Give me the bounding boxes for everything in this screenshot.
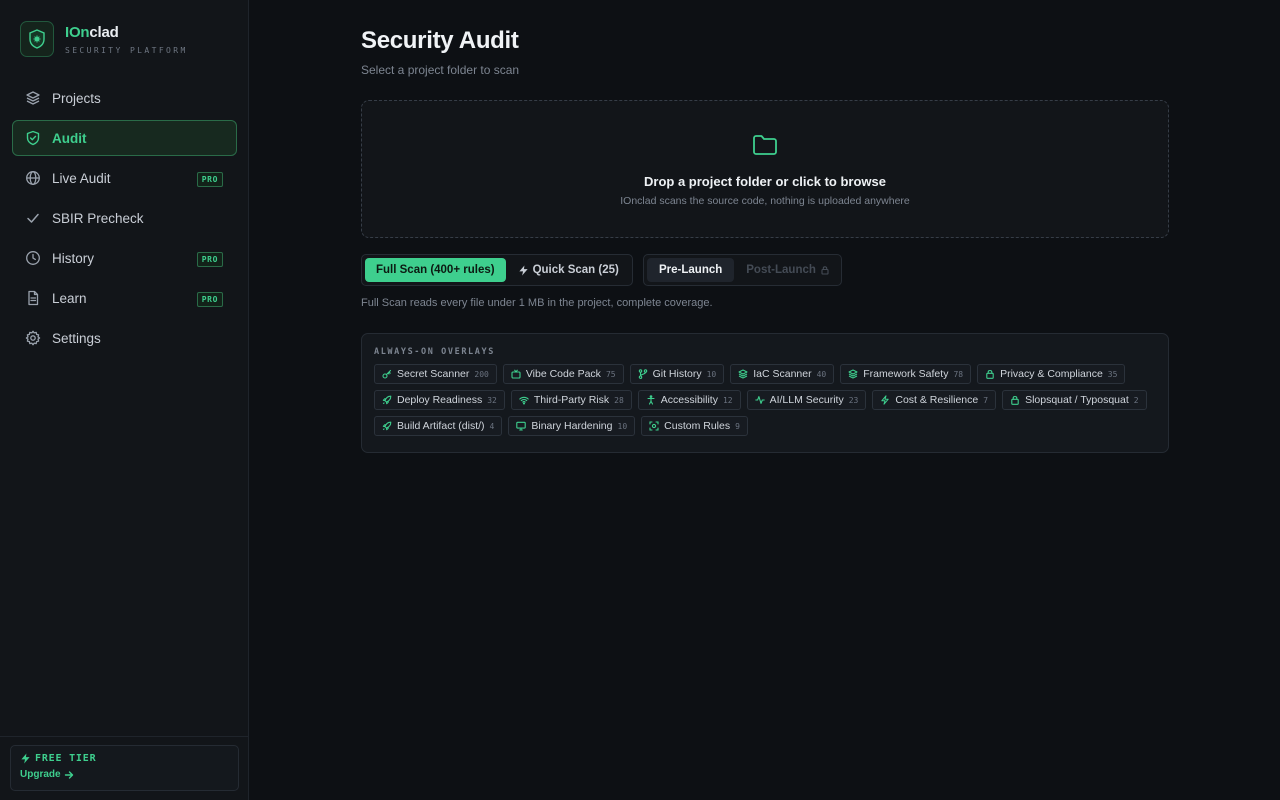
zap-icon	[21, 753, 30, 764]
overlays-panel: ALWAYS-ON OVERLAYS Secret Scanner 200 Vib…	[361, 333, 1169, 453]
pro-badge: PRO	[196, 252, 223, 267]
overlay-chip[interactable]: AI/LLM Security 23	[746, 390, 867, 410]
shield-icon	[26, 130, 40, 146]
sidebar-item-live-audit[interactable]: Live Audit PRO	[12, 160, 237, 196]
tier-label: FREE TIER	[20, 753, 229, 764]
upgrade-link[interactable]: Upgrade	[20, 769, 229, 780]
overlay-chip[interactable]: Build Artifact (dist/) 4	[374, 416, 503, 436]
key-icon	[382, 369, 392, 379]
check-icon	[27, 213, 39, 223]
zap-icon	[518, 264, 528, 276]
lock-icon	[821, 266, 829, 275]
accessibility-icon	[647, 395, 655, 405]
git-branch-icon	[638, 369, 647, 379]
sidebar-item-label: History	[52, 250, 95, 266]
overlay-chip[interactable]: Framework Safety 78	[840, 364, 972, 384]
layers-icon	[738, 369, 748, 379]
pre-launch-button[interactable]: Pre-Launch	[647, 258, 735, 282]
rocket-icon	[382, 395, 392, 405]
page-title: Security Audit	[361, 27, 519, 54]
overlay-chip[interactable]: Vibe Code Pack 75	[502, 364, 624, 384]
sidebar-item-projects[interactable]: Projects	[12, 80, 237, 116]
brand[interactable]: IOnclad SECURITY PLATFORM	[20, 21, 188, 57]
dropzone-subtitle: IOnclad scans the source code, nothing i…	[620, 195, 910, 207]
document-icon	[28, 290, 39, 306]
clock-icon	[26, 251, 40, 265]
sidebar-item-settings[interactable]: Settings	[12, 320, 237, 356]
wifi-icon	[519, 396, 529, 405]
gear-icon	[25, 330, 41, 346]
shield-logo-icon	[20, 21, 54, 57]
lock-icon	[1011, 395, 1019, 405]
overlay-chip[interactable]: Accessibility 12	[637, 390, 741, 410]
post-launch-button[interactable]: Post-Launch	[734, 258, 842, 282]
brand-name: IOnclad	[65, 24, 119, 41]
lock-icon	[986, 369, 994, 379]
pro-badge: PRO	[196, 172, 223, 187]
monitor-icon	[516, 421, 527, 431]
globe-icon	[26, 171, 40, 185]
overlay-chip[interactable]: Third-Party Risk 28	[510, 390, 632, 410]
sidebar-item-label: Projects	[52, 90, 101, 106]
brand-subtitle: SECURITY PLATFORM	[65, 46, 188, 55]
tv-icon	[511, 369, 521, 379]
overlay-chip[interactable]: Custom Rules 9	[641, 416, 748, 436]
page-subtitle: Select a project folder to scan	[361, 63, 520, 77]
phase-toggle: Pre-Launch Post-Launch	[643, 254, 842, 286]
overlay-chip[interactable]: Privacy & Compliance 35	[977, 364, 1126, 384]
sidebar-nav: Projects Audit Live Audit PRO SBIR Prech…	[12, 80, 237, 360]
sidebar-item-label: Audit	[52, 130, 87, 146]
sidebar-item-learn[interactable]: Learn PRO	[12, 280, 237, 316]
overlay-chip[interactable]: Deploy Readiness 32	[374, 390, 505, 410]
activity-icon	[754, 396, 765, 404]
sidebar-item-label: Live Audit	[52, 170, 111, 186]
dropzone-title: Drop a project folder or click to browse	[644, 174, 886, 189]
overlay-chip[interactable]: Cost & Resilience 7	[872, 390, 997, 410]
sidebar-footer: FREE TIER Upgrade	[0, 736, 249, 800]
tier-card: FREE TIER Upgrade	[10, 745, 239, 791]
layers-icon	[848, 369, 858, 379]
overlay-chip[interactable]: Slopsquat / Typosquat 2	[1002, 390, 1147, 410]
overlay-chip[interactable]: IaC Scanner 40	[730, 364, 835, 384]
layers-icon	[26, 91, 40, 105]
full-scan-button[interactable]: Full Scan (400+ rules)	[365, 258, 506, 282]
overlay-chip[interactable]: Binary Hardening 10	[508, 416, 636, 436]
overlay-chip[interactable]: Git History 10	[629, 364, 725, 384]
rocket-icon	[382, 421, 392, 431]
folder-dropzone[interactable]: Drop a project folder or click to browse…	[361, 100, 1169, 238]
sidebar-item-label: Learn	[52, 290, 87, 306]
pro-badge: PRO	[196, 292, 223, 307]
scan-mode-toggle: Full Scan (400+ rules) Quick Scan (25)	[361, 254, 633, 286]
sidebar-item-label: SBIR Precheck	[52, 210, 144, 226]
sidebar-item-audit[interactable]: Audit	[12, 120, 237, 156]
quick-scan-button[interactable]: Quick Scan (25)	[506, 258, 630, 282]
overlays-label: ALWAYS-ON OVERLAYS	[374, 347, 495, 357]
zap-icon	[881, 395, 890, 405]
sidebar-item-history[interactable]: History PRO	[12, 240, 237, 276]
sidebar-item-label: Settings	[52, 330, 101, 346]
sidebar: IOnclad SECURITY PLATFORM Projects Audit…	[0, 0, 249, 800]
overlay-chip-list: Secret Scanner 200 Vibe Code Pack 75 Git H…	[374, 364, 1156, 436]
scan-icon	[649, 421, 659, 431]
arrow-right-icon	[64, 770, 73, 779]
sidebar-item-sbir-precheck[interactable]: SBIR Precheck	[12, 200, 237, 236]
scan-mode-description: Full Scan reads every file under 1 MB in…	[361, 297, 713, 309]
folder-icon	[753, 135, 777, 155]
overlay-chip[interactable]: Secret Scanner 200	[374, 364, 497, 384]
